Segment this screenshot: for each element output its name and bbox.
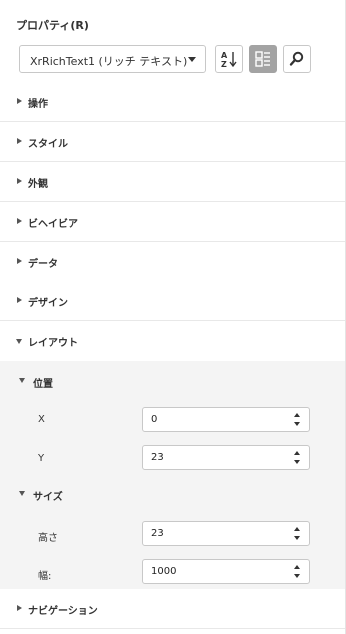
subgroup-size[interactable]: サイズ <box>0 480 345 510</box>
section-navigation[interactable]: ナビゲーション <box>0 589 345 629</box>
search-button[interactable] <box>283 45 311 73</box>
svg-text:A: A <box>221 51 228 60</box>
section-operation[interactable]: 操作 <box>0 82 345 122</box>
width-value: 1000 <box>151 566 177 577</box>
chevron-right-icon <box>17 297 22 303</box>
spin-down-icon[interactable] <box>294 460 300 464</box>
panel-title: プロパティ(R) <box>16 19 89 32</box>
spin-down-icon[interactable] <box>294 536 300 540</box>
section-label: ビヘイビア <box>28 219 78 230</box>
section-design[interactable]: デザイン <box>0 281 345 321</box>
spin-down-icon[interactable] <box>294 574 300 578</box>
chevron-right-icon <box>17 98 22 104</box>
chevron-down-icon <box>19 378 25 383</box>
section-label: スタイル <box>28 139 68 150</box>
subgroup-label: サイズ <box>33 492 63 503</box>
properties-panel: プロパティ(R) XrRichText1 (リッチ テキスト) A Z 操作 ス… <box>0 0 346 634</box>
spin-up-icon[interactable] <box>294 565 300 569</box>
subgroup-position[interactable]: 位置 <box>0 367 345 397</box>
chevron-down-icon <box>188 57 196 62</box>
section-data[interactable]: データ <box>0 242 345 282</box>
section-label: レイアウト <box>28 338 78 349</box>
section-label: データ <box>28 259 58 270</box>
object-selector-dropdown[interactable]: XrRichText1 (リッチ テキスト) <box>19 45 206 73</box>
width-spin-editor[interactable]: 1000 <box>142 559 310 584</box>
x-spin-editor[interactable]: 0 <box>142 407 310 432</box>
chevron-right-icon <box>17 218 22 224</box>
sort-alphabetical-icon: A Z <box>221 51 237 68</box>
categorized-list-icon <box>255 51 270 67</box>
height-spin-editor[interactable]: 23 <box>142 521 310 546</box>
svg-text:Z: Z <box>221 60 227 68</box>
x-value: 0 <box>151 414 158 425</box>
section-style[interactable]: スタイル <box>0 122 345 162</box>
chevron-right-icon <box>17 605 22 611</box>
spin-up-icon[interactable] <box>294 413 300 417</box>
chevron-right-icon <box>17 138 22 144</box>
chevron-down-icon <box>19 491 25 496</box>
layout-group: 位置 X 0 Y 23 サイズ 高さ 23 幅: 1000 <box>0 361 345 589</box>
section-behavior[interactable]: ビヘイビア <box>0 202 345 242</box>
section-label: 操作 <box>28 99 48 110</box>
spin-up-icon[interactable] <box>294 451 300 455</box>
section-label: 外観 <box>28 179 48 190</box>
height-label: 高さ <box>38 533 58 544</box>
section-label: デザイン <box>28 298 68 309</box>
object-selector-value: XrRichText1 (リッチ テキスト) <box>30 55 188 68</box>
chevron-down-icon <box>16 339 22 344</box>
subgroup-label: 位置 <box>33 379 53 390</box>
spin-down-icon[interactable] <box>294 422 300 426</box>
section-layout[interactable]: レイアウト <box>0 321 345 361</box>
chevron-right-icon <box>17 258 22 264</box>
search-icon <box>289 51 304 66</box>
y-label: Y <box>38 453 45 464</box>
x-label: X <box>38 414 45 425</box>
y-value: 23 <box>151 452 164 463</box>
section-label: ナビゲーション <box>28 606 98 617</box>
width-label: 幅: <box>38 571 52 582</box>
categorized-view-button[interactable] <box>249 45 277 73</box>
chevron-right-icon <box>17 178 22 184</box>
section-appearance[interactable]: 外観 <box>0 162 345 202</box>
spin-up-icon[interactable] <box>294 527 300 531</box>
y-spin-editor[interactable]: 23 <box>142 445 310 470</box>
sort-alphabetical-button[interactable]: A Z <box>215 45 243 73</box>
height-value: 23 <box>151 528 164 539</box>
